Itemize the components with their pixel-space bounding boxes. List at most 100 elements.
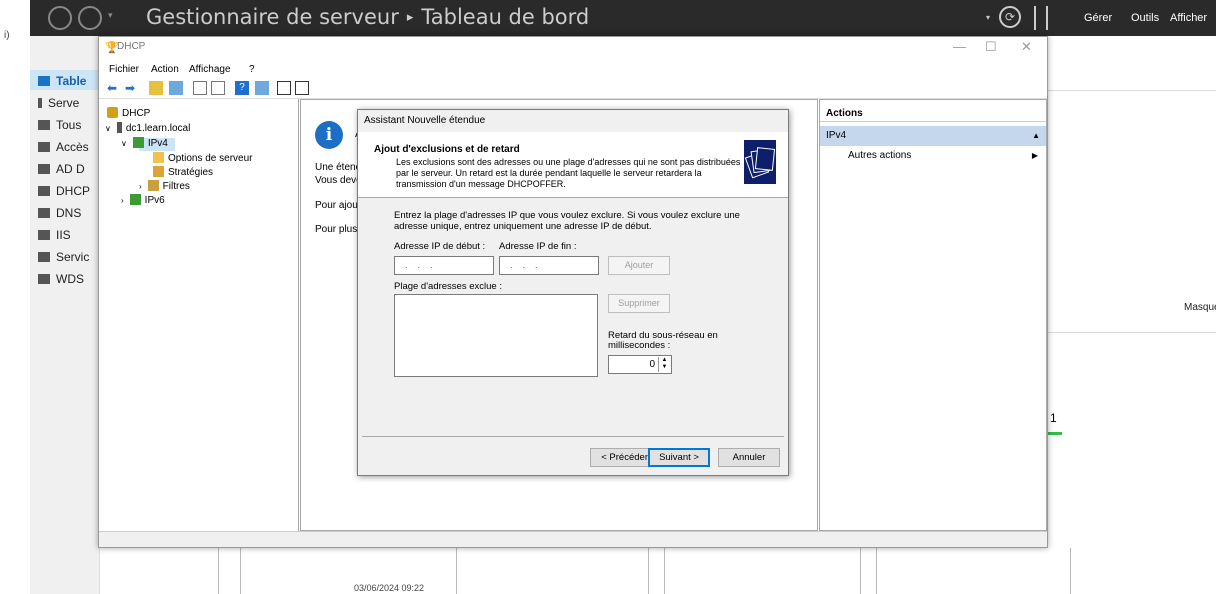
nav-item-dhcp[interactable]: DHCP	[38, 184, 90, 198]
back-icon[interactable]: ⬅	[105, 81, 119, 95]
tree-item-dhcp[interactable]: DHCP	[107, 107, 150, 119]
server-manager-title: Gestionnaire de serveur ▸ Tableau de bord	[146, 5, 589, 29]
spinner-arrows-icon[interactable]: ▲ ▼	[658, 357, 670, 372]
menu-view[interactable]: Afficher	[1170, 12, 1207, 24]
chevron-right-icon: ›	[121, 196, 124, 205]
show-action-pane-icon[interactable]	[255, 81, 269, 95]
corner-text: i)	[4, 30, 10, 41]
tree-item-server-options[interactable]: Options de serveur	[153, 152, 253, 164]
chevron-down-icon: ∨	[121, 139, 127, 148]
show-hide-tree-icon[interactable]	[169, 81, 183, 95]
server-icon	[38, 98, 42, 108]
tile-border	[648, 548, 649, 594]
end-ip-input[interactable]: ...	[499, 256, 599, 275]
menu-action[interactable]: Action	[151, 64, 179, 75]
excluded-range-label: Plage d'adresses exclue :	[394, 281, 502, 292]
menu-tools[interactable]: Outils	[1131, 12, 1159, 24]
result-text: Une éteno	[315, 162, 362, 173]
new-scope-wizard: Assistant Nouvelle étendue Ajout d'exclu…	[357, 109, 789, 476]
filters-icon	[147, 180, 159, 191]
menu-bar: Fichier Action Affichage ?	[99, 61, 1047, 79]
forward-arrow-icon[interactable]	[78, 6, 102, 30]
next-button[interactable]: Suivant >	[648, 448, 710, 467]
wizard-pages-icon	[744, 140, 776, 184]
delay-spinner[interactable]: 0 ▲ ▼	[608, 355, 672, 374]
menu-help[interactable]: ?	[249, 64, 255, 75]
dhcp-icon	[38, 186, 50, 196]
nav-item-services[interactable]: Servic	[38, 250, 89, 264]
divider	[1034, 6, 1036, 30]
back-arrow-icon[interactable]	[48, 6, 72, 30]
more-actions-item[interactable]: Autres actions	[848, 150, 911, 161]
nav-item-iis[interactable]: IIS	[38, 228, 71, 242]
monitor-connect-icon[interactable]	[295, 81, 309, 95]
up-folder-icon[interactable]	[149, 81, 163, 95]
dhcp-window-title: DHCP	[117, 41, 146, 52]
notifications-flag-icon[interactable]	[1046, 6, 1048, 30]
ad-ds-icon	[38, 164, 50, 174]
menu-manage[interactable]: Gérer	[1084, 12, 1112, 24]
maximize-button[interactable]: ☐	[985, 39, 997, 55]
actions-pane: Actions IPv4 ▲ Autres actions ▶	[819, 99, 1047, 531]
refresh-icon[interactable]	[211, 81, 225, 95]
tree-item-policies[interactable]: Stratégies	[153, 166, 213, 178]
wizard-step-description: transmission d'un message DHCPOFFER.	[396, 179, 566, 189]
tree-item-ipv6[interactable]: › IPv6	[121, 194, 165, 206]
minimize-button[interactable]: —	[953, 39, 966, 54]
tile-count: 1	[1050, 411, 1057, 425]
tree-item-server[interactable]: ∨ dc1.learn.local	[105, 122, 190, 134]
menu-view[interactable]: Affichage	[189, 64, 231, 75]
breadcrumb-separator: ▸	[406, 10, 414, 25]
refresh-dropdown-icon[interactable]: ▾	[986, 13, 990, 22]
tile-border	[456, 548, 457, 594]
nav-item-all-servers[interactable]: Tous	[38, 118, 81, 132]
tile-border	[664, 548, 665, 594]
forward-icon[interactable]: ➡	[123, 81, 137, 95]
menu-file[interactable]: Fichier	[109, 64, 139, 75]
nav-item-wds[interactable]: WDS	[38, 272, 84, 286]
divider	[362, 436, 784, 437]
nav-item-ad-ds[interactable]: AD D	[38, 162, 85, 176]
tile-border	[860, 548, 861, 594]
nav-item-local-server[interactable]: Serve	[38, 96, 79, 110]
add-button[interactable]: Ajouter	[608, 256, 670, 275]
monitor-icon[interactable]	[277, 81, 291, 95]
dashboard-icon	[38, 76, 50, 86]
actions-ipv4-section[interactable]: IPv4 ▲	[820, 126, 1046, 146]
app-title: Gestionnaire de serveur	[146, 5, 399, 29]
tree-item-ipv4[interactable]: ∨ IPv4	[121, 137, 168, 149]
close-button[interactable]: ✕	[1021, 39, 1032, 55]
wds-icon	[38, 274, 50, 284]
nav-item-dashboard[interactable]: Table	[38, 74, 86, 88]
properties-icon[interactable]	[193, 81, 207, 95]
iis-icon	[38, 230, 50, 240]
help-icon[interactable]: ?	[235, 81, 249, 95]
nav-item-dns[interactable]: DNS	[38, 206, 81, 220]
intro-text: adresse unique, entrez uniquement une ad…	[394, 221, 652, 232]
status-bar	[99, 531, 1047, 547]
divider	[1046, 90, 1216, 91]
tile-border	[1070, 548, 1071, 594]
ipv4-icon	[132, 137, 144, 148]
refresh-icon[interactable]: ⟳	[999, 6, 1021, 28]
remove-button[interactable]: Supprimer	[608, 294, 670, 313]
server-options-icon	[153, 152, 164, 163]
servers-icon	[38, 120, 50, 130]
info-icon: i	[315, 121, 343, 149]
intro-text: Entrez la plage d'adresses IP que vous v…	[394, 210, 740, 221]
remote-access-icon	[38, 142, 50, 152]
delay-value: 0	[649, 359, 655, 370]
collapse-up-icon[interactable]: ▲	[1032, 131, 1040, 140]
nav-item-remote-access[interactable]: Accès	[38, 140, 89, 154]
dns-icon	[38, 208, 50, 218]
excluded-range-list[interactable]	[394, 294, 598, 377]
wizard-step-description: Les exclusions sont des adresses ou une …	[396, 157, 741, 167]
start-ip-input[interactable]: ...	[394, 256, 494, 275]
tile-timestamp: 03/06/2024 09:22	[354, 583, 425, 593]
history-dropdown-icon[interactable]: ▾	[108, 10, 113, 21]
hide-link[interactable]: Masque	[1184, 302, 1216, 313]
tile-border	[218, 548, 219, 594]
cancel-button[interactable]: Annuler	[718, 448, 780, 467]
tree-item-filters[interactable]: › Filtres	[139, 180, 190, 192]
tile-border	[876, 548, 877, 594]
